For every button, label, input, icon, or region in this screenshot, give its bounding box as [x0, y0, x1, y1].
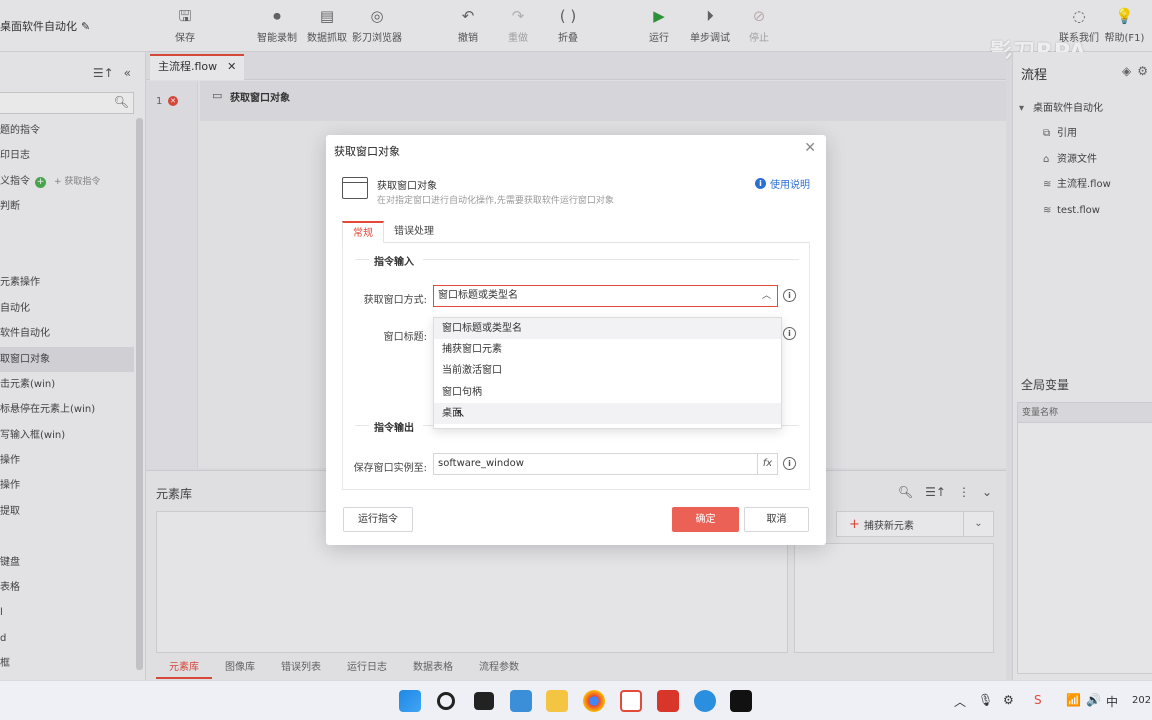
help-link[interactable]: i 使用说明 [755, 176, 810, 191]
method-dropdown: 窗口标题或类型名 捕获窗口元素 当前激活窗口 窗口句柄 桌面 [433, 317, 782, 429]
ime-icon[interactable]: 中 [1106, 693, 1118, 710]
dropdown-option[interactable]: 当前激活窗口 [434, 360, 781, 381]
input-section-title: 指令输入 [374, 257, 414, 268]
mouse-cursor-icon: ↖ [456, 407, 466, 420]
info-icon[interactable]: i [783, 289, 796, 302]
ok-button[interactable]: 确定 [672, 507, 739, 532]
dropdown-option[interactable]: 窗口句柄 [434, 382, 781, 403]
yingdao-icon[interactable] [620, 690, 642, 712]
tab-error-handling[interactable]: 错误处理 [384, 221, 444, 242]
wifi-icon[interactable]: 📶 [1066, 693, 1081, 707]
screen-record-icon[interactable] [730, 690, 752, 712]
dropdown-option[interactable]: 桌面 [434, 402, 781, 424]
chrome-icon[interactable] [583, 690, 605, 712]
tray-app2-icon[interactable]: S [1034, 693, 1042, 707]
volume-icon[interactable]: 🔊 [1086, 693, 1101, 707]
dialog-tabs: 常规 错误处理 [342, 221, 810, 243]
cancel-button[interactable]: 取消 [744, 507, 809, 532]
taskbar: ︿ 🎙 ⚙ S 📶 🔊 中 2021 [0, 680, 1152, 720]
messenger-icon[interactable] [694, 690, 716, 712]
widgets-icon[interactable] [510, 690, 532, 712]
output-section-title: 指令输出 [374, 423, 414, 434]
info-icon[interactable]: i [783, 327, 796, 340]
window-title-label: 窗口标题: [383, 332, 427, 343]
divider [355, 425, 369, 426]
divider [355, 259, 369, 260]
file-explorer-icon[interactable] [546, 690, 568, 712]
tray-app-icon[interactable]: ⚙ [1003, 693, 1014, 707]
info-icon: i [755, 178, 766, 189]
info-icon[interactable]: i [783, 457, 796, 470]
tab-general[interactable]: 常规 [342, 221, 384, 243]
chevron-up-icon: ︿ [761, 291, 771, 301]
command-name: 获取窗口对象 [377, 181, 437, 192]
dialog-title: 获取窗口对象 [334, 145, 400, 158]
windows-start-icon[interactable] [399, 690, 421, 712]
get-window-dialog: 获取窗口对象 ✕ 获取窗口对象 在对指定窗口进行自动化操作,先需要获取软件运行窗… [326, 135, 826, 545]
search-icon[interactable] [437, 692, 455, 710]
close-icon[interactable]: ✕ [804, 140, 816, 156]
window-icon [342, 177, 368, 199]
divider [423, 259, 799, 260]
tray-chevron-icon[interactable]: ︿ [954, 693, 966, 710]
command-description: 在对指定窗口进行自动化操作,先需要获取软件运行窗口对象 [377, 196, 614, 206]
dropdown-option[interactable]: 捕获窗口元素 [434, 339, 781, 360]
save-instance-input[interactable]: software_window fx [433, 453, 778, 475]
clock[interactable]: 2021 [1132, 695, 1152, 706]
run-command-button[interactable]: 运行指令 [343, 507, 413, 532]
method-select[interactable]: 窗口标题或类型名 ︿ [433, 285, 778, 307]
dropdown-option[interactable]: 窗口标题或类型名 [434, 318, 781, 340]
task-view-icon[interactable] [474, 692, 494, 710]
microphone-icon[interactable]: 🎙 [978, 693, 993, 707]
wps-icon[interactable] [657, 690, 679, 712]
method-label: 获取窗口方式: [363, 295, 427, 306]
fx-icon[interactable]: fx [757, 454, 777, 474]
save-instance-label: 保存窗口实例至: [353, 463, 427, 474]
